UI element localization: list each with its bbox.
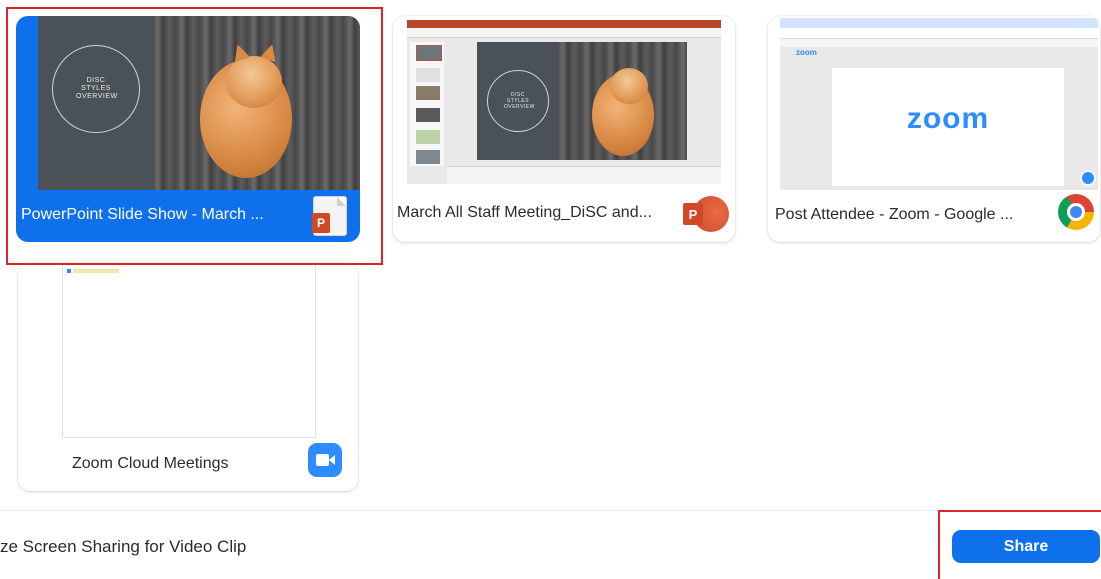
share-window-powerpoint-editor[interactable]: DISC STYLES OVERVIEW March All Staff Mee…	[393, 16, 735, 242]
zoom-nav-logo: zoom	[796, 48, 817, 57]
share-window-chrome[interactable]: zoom zoom Post Attendee - Zoom - Google …	[768, 16, 1100, 242]
window-thumbnail: DISC STYLES OVERVIEW	[407, 20, 721, 184]
window-caption: PowerPoint Slide Show - March ...	[21, 206, 264, 223]
window-thumbnail	[62, 263, 316, 438]
window-caption: March All Staff Meeting_DiSC and...	[397, 204, 652, 221]
chrome-icon	[1058, 194, 1094, 230]
zoom-video-icon	[308, 443, 342, 477]
window-thumbnail: zoom zoom	[780, 18, 1098, 190]
footer-divider	[0, 510, 1101, 511]
notification-dot-icon	[1080, 170, 1096, 186]
optimize-video-clip-option[interactable]: ze Screen Sharing for Video Clip	[0, 537, 246, 557]
share-window-powerpoint-slideshow[interactable]: DISC STYLES OVERVIEW PowerPoint Slide Sh…	[16, 16, 360, 242]
share-screen-dialog: DISC STYLES OVERVIEW PowerPoint Slide Sh…	[0, 0, 1101, 579]
window-caption: Post Attendee - Zoom - Google ...	[775, 206, 1014, 223]
window-thumbnail: DISC STYLES OVERVIEW	[38, 16, 360, 190]
slide-title-circle: DISC STYLES OVERVIEW	[487, 70, 549, 132]
window-caption: Zoom Cloud Meetings	[72, 455, 229, 472]
slide-title-circle: DISC STYLES OVERVIEW	[52, 45, 140, 133]
zoom-logo: zoom	[906, 102, 990, 135]
powerpoint-icon: P	[683, 196, 729, 232]
share-button[interactable]: Share	[952, 530, 1100, 563]
share-window-zoom[interactable]: Zoom Cloud Meetings	[18, 263, 358, 491]
powerpoint-document-icon: P	[312, 196, 347, 236]
